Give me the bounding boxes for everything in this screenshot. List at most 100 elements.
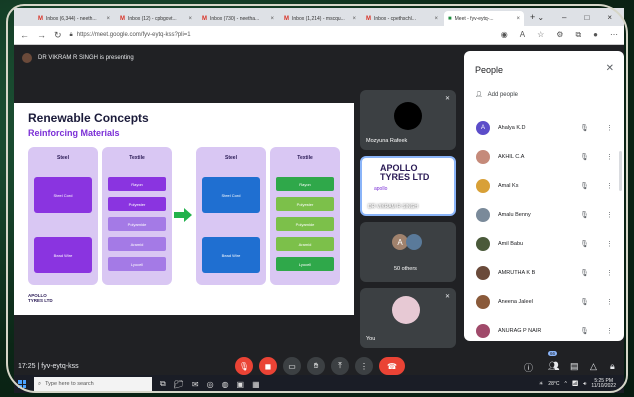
participant-tile-presenter[interactable]: APOLLO TYRES LTD apollo DR VIKRAM R SING… <box>360 156 456 216</box>
camera-toggle-button[interactable]: ◼ <box>259 357 277 375</box>
address-bar: ← → ↻ 🔒︎ https://meet.google.com/fyv-eytq… <box>14 26 624 45</box>
present-button[interactable]: ⤒ <box>331 357 349 375</box>
close-icon[interactable]: × <box>188 16 192 22</box>
avatar <box>406 234 422 250</box>
list-item[interactable]: AKHIL C.A 🎙︎ ⋮ <box>464 142 624 171</box>
new-tab-button[interactable]: + <box>526 12 535 22</box>
mic-off-icon: ✕ <box>444 96 450 102</box>
list-item[interactable]: AMRUTHA K B 🎙︎ ⋮ <box>464 258 624 287</box>
chrome-icon[interactable]: ◎ <box>207 380 214 389</box>
avatar <box>22 53 32 63</box>
list-item[interactable]: Aneena Jaleel 🎙︎ ⋮ <box>464 287 624 316</box>
edge-icon[interactable]: ◍ <box>222 380 229 389</box>
participant-tile-others[interactable]: A 50 others <box>360 222 456 282</box>
steel-panel-right: Steel Steel Cord Bead Wire <box>196 147 266 285</box>
network-icon[interactable]: 📶︎ <box>572 381 578 387</box>
address-bar-icons: ◉ A ☆ ⚙ ⧉ ● ⋯ <box>501 30 618 40</box>
browser-tab[interactable]: M Inbox (1,214) - mscqu... × <box>280 11 360 26</box>
people-icon[interactable]: 👥︎ <box>548 361 559 372</box>
close-icon[interactable]: × <box>106 16 110 22</box>
close-icon[interactable]: × <box>434 16 438 22</box>
minimize-icon[interactable]: – <box>562 13 566 22</box>
close-icon[interactable]: × <box>270 16 274 22</box>
more-vert-icon[interactable]: ⋮ <box>606 182 613 190</box>
camera-icon[interactable]: ◉ <box>501 30 508 40</box>
file-explorer-icon[interactable]: 📁︎ <box>174 380 184 389</box>
search-icon: ⌕ <box>38 380 42 387</box>
more-vert-icon[interactable]: ⋮ <box>606 269 613 277</box>
meeting-info: 17:25 | fyv-eytq-kss <box>18 363 79 370</box>
weather-icon: ☀ <box>538 381 544 387</box>
more-vert-icon[interactable]: ⋮ <box>606 211 613 219</box>
more-vert-icon[interactable]: ⋮ <box>606 298 613 306</box>
slide-title: Renewable Concepts <box>28 111 149 125</box>
chevron-up-icon[interactable]: ^ <box>564 381 566 387</box>
close-icon[interactable]: × <box>516 16 520 22</box>
textile-item: Lyocell <box>276 257 334 271</box>
steel-cord-box: Steel Cord <box>34 177 92 213</box>
steel-panel-left: Steel Steel Cord Bead Wire <box>28 147 98 285</box>
profile-icon[interactable]: ● <box>593 30 598 40</box>
chevron-down-icon[interactable]: ⌄ <box>537 13 544 22</box>
participant-tile[interactable]: ✕ Mozyuna Rafeek <box>360 90 456 150</box>
slide-subtitle: Reinforcing Materials <box>28 128 120 138</box>
list-item[interactable]: Amal Ks 🎙︎ ⋮ <box>464 171 624 200</box>
info-icon[interactable]: ⓘ <box>524 361 533 374</box>
more-options-button[interactable]: ⋮ <box>355 357 373 375</box>
captions-button[interactable]: ▭ <box>283 357 301 375</box>
mic-off-icon: ✕ <box>444 294 450 300</box>
participant-tile-self[interactable]: ✕ You <box>360 288 456 348</box>
avatar: A <box>476 120 490 135</box>
mic-off-icon: 🎙︎ <box>580 240 589 248</box>
reload-icon[interactable]: ↻ <box>54 30 62 41</box>
list-item[interactable]: A Ahalya K.D 🎙︎ ⋮ <box>464 113 624 142</box>
more-icon[interactable]: ⋯ <box>610 30 618 40</box>
textile-item: Polyester <box>276 197 334 211</box>
volume-icon[interactable]: 🔊︎ <box>583 381 586 387</box>
list-item[interactable]: Amalu Benny 🎙︎ ⋮ <box>464 200 624 229</box>
mail-icon[interactable]: ✉ <box>192 380 199 389</box>
close-window-icon[interactable]: × <box>607 13 612 22</box>
restore-icon[interactable]: □ <box>584 13 589 22</box>
collections-icon[interactable]: ⧉ <box>575 30 581 40</box>
browser-tab[interactable]: M Inbox - cpethschl... × <box>362 11 442 26</box>
more-vert-icon[interactable]: ⋮ <box>606 327 613 335</box>
host-controls-icon[interactable]: 🔒︎ <box>610 361 615 372</box>
browser-tab[interactable]: M Inbox (6,344) - neeth... × <box>34 11 114 26</box>
chat-icon[interactable]: ▤ <box>570 361 579 372</box>
windows-start-icon[interactable] <box>18 380 26 388</box>
close-icon[interactable]: ✕ <box>606 63 614 74</box>
read-aloud-icon[interactable]: A <box>520 30 525 40</box>
scrollbar[interactable] <box>619 151 622 191</box>
forward-icon[interactable]: → <box>37 30 46 40</box>
url-field[interactable]: 🔒︎ https://meet.google.com/fyv-eytq-kss?p… <box>70 32 370 39</box>
taskbar-search-input[interactable]: ⌕ Type here to search <box>34 377 152 391</box>
clock[interactable]: 5:25 PM 11/10/2022 <box>591 379 616 389</box>
mic-toggle-button[interactable]: 🎙︎ <box>235 357 253 375</box>
task-view-icon[interactable]: ⧉ <box>160 379 166 389</box>
favorites-icon[interactable]: ☆ <box>537 30 544 40</box>
list-item[interactable]: ANURAG P NAIR 🎙︎ ⋮ <box>464 316 624 341</box>
app-icon[interactable]: ▦ <box>252 380 260 389</box>
participant-count-badge: 66 <box>548 351 558 356</box>
mic-off-icon: 🎙︎ <box>580 327 589 335</box>
back-icon[interactable]: ← <box>20 30 29 40</box>
textile-item: Rayon <box>276 177 334 191</box>
more-vert-icon[interactable]: ⋮ <box>606 153 613 161</box>
add-person-icon: 👤︎ <box>475 92 483 98</box>
more-vert-icon[interactable]: ⋮ <box>606 124 613 132</box>
raise-hand-button[interactable]: ✋︎ <box>307 357 325 375</box>
add-people-button[interactable]: 👤︎ Add people <box>475 91 518 99</box>
windows-taskbar: ⌕ Type here to search ⧉ 📁︎ ✉ ◎ ◍ ▣ ▦ ☀ 2… <box>14 375 624 393</box>
browser-tab[interactable]: M Inbox (12) - cpbgovt... × <box>116 11 196 26</box>
browser-tab-active[interactable]: ■ Meet - fyv-eytq-... × <box>444 11 524 26</box>
app-icon[interactable]: ▣ <box>237 380 245 389</box>
extensions-icon[interactable]: ⚙ <box>556 30 563 40</box>
list-item[interactable]: Amil Babu 🎙︎ ⋮ <box>464 229 624 258</box>
people-title: People <box>475 65 504 75</box>
browser-tab[interactable]: M Inbox (730) - neetha... × <box>198 11 278 26</box>
activities-icon[interactable]: △ <box>590 361 597 372</box>
close-icon[interactable]: × <box>352 16 356 22</box>
more-vert-icon[interactable]: ⋮ <box>606 240 613 248</box>
end-call-button[interactable]: ☎︎ <box>379 357 405 375</box>
